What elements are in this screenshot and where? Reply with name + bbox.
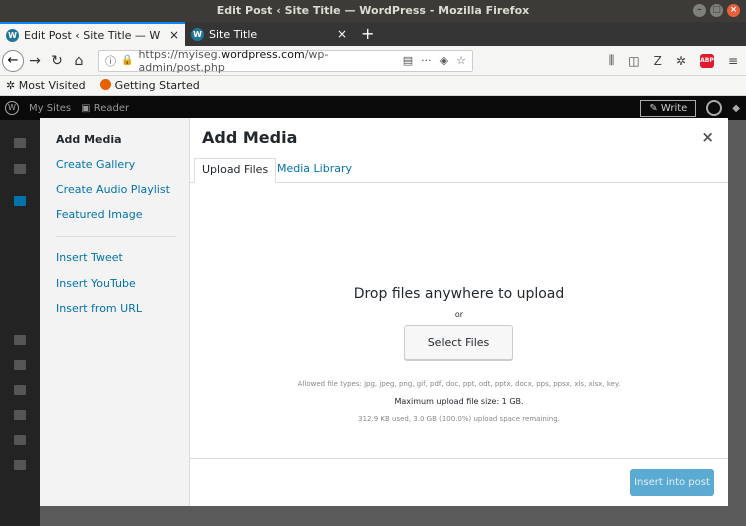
lock-icon: 🔒 xyxy=(121,55,134,66)
menu-featured-image[interactable]: Featured Image xyxy=(56,208,143,221)
posts-icon xyxy=(14,196,26,206)
comments-icon xyxy=(14,410,26,420)
menu-create-gallery[interactable]: Create Gallery xyxy=(56,158,135,171)
menu-create-audio-playlist[interactable]: Create Audio Playlist xyxy=(56,183,170,196)
modal-title: Add Media xyxy=(202,128,298,147)
tab-upload-files[interactable]: Upload Files xyxy=(194,158,277,183)
home-button[interactable]: ⌂ xyxy=(68,53,90,69)
browser-tab-edit-post[interactable]: W Edit Post ‹ Site Title — W × xyxy=(0,22,185,46)
tab-media-library[interactable]: Media Library xyxy=(270,158,359,183)
dashboard-icon xyxy=(14,138,26,148)
links-icon xyxy=(14,360,26,370)
reader-view-icon[interactable]: ▤ xyxy=(403,54,413,67)
max-upload-size: Maximum upload file size: 1 GB. xyxy=(394,397,524,406)
bookmark-most-visited[interactable]: ✲ Most Visited xyxy=(6,79,86,92)
reload-button[interactable]: ↻ xyxy=(46,53,68,69)
window-titlebar: Edit Post ‹ Site Title — WordPress - Moz… xyxy=(0,0,746,22)
wordpress-toolbar: W My Sites ▣ Reader ✎ Write ◆ xyxy=(0,96,746,120)
extension-icon[interactable]: ✲ xyxy=(676,54,686,68)
or-text: or xyxy=(454,310,464,319)
reader-link[interactable]: ▣ Reader xyxy=(81,103,129,114)
back-button[interactable]: ← xyxy=(2,49,24,72)
navigation-toolbar: ← → ↻ ⌂ ⓘ 🔒 https://myiseg.wordpress.com… xyxy=(0,46,746,76)
menu-insert-tweet[interactable]: Insert Tweet xyxy=(56,251,123,264)
write-button[interactable]: ✎ Write xyxy=(640,99,697,117)
appearance-icon xyxy=(14,460,26,470)
bookmark-getting-started[interactable]: Getting Started xyxy=(99,79,200,92)
media-modal-menu: Add Media Create Gallery Create Audio Pl… xyxy=(40,118,190,506)
wordpress-favicon-icon: W xyxy=(191,27,204,41)
sidebar-icon[interactable]: ◫ xyxy=(628,54,639,68)
feedback-icon xyxy=(14,435,26,445)
pages-icon xyxy=(14,385,26,395)
library-icon[interactable]: ⫼ xyxy=(609,53,615,68)
tab-label: Site Title xyxy=(209,27,258,41)
pocket-icon[interactable]: ◈ xyxy=(440,54,448,67)
notifications-icon[interactable]: ◆ xyxy=(732,103,740,114)
modal-tabs: Upload Files Media Library xyxy=(190,154,728,183)
allowed-file-types: Allowed file types: jpg, jpeg, png, gif,… xyxy=(297,380,621,388)
adblock-icon[interactable]: ABP xyxy=(699,53,714,68)
url-text: https://myiseg.wordpress.com/wp-admin/po… xyxy=(138,47,329,74)
close-icon[interactable]: × xyxy=(701,128,714,146)
new-tab-button[interactable]: + xyxy=(353,22,382,46)
insert-into-post-button[interactable]: Insert into post xyxy=(630,469,714,496)
modal-footer: Insert into post xyxy=(190,458,728,506)
tab-label: Edit Post ‹ Site Title — W xyxy=(24,28,161,42)
menu-insert-youtube[interactable]: Insert YouTube xyxy=(56,277,136,290)
zotero-icon[interactable]: Z xyxy=(654,54,662,68)
menu-insert-from-url[interactable]: Insert from URL xyxy=(56,302,142,315)
add-media-modal: Add Media Create Gallery Create Audio Pl… xyxy=(40,118,728,506)
browser-tab-bar: W Edit Post ‹ Site Title — W × W Site Ti… xyxy=(0,22,746,46)
avatar[interactable] xyxy=(706,100,723,116)
menu-icon[interactable]: ≡ xyxy=(728,54,738,68)
bookmarks-toolbar: ✲ Most Visited Getting Started xyxy=(0,76,746,96)
page-actions-icon[interactable]: ··· xyxy=(421,54,432,67)
menu-separator xyxy=(56,236,176,237)
info-icon[interactable]: ⓘ xyxy=(105,53,116,69)
drop-files-text: Drop files anywhere to upload xyxy=(353,286,565,302)
close-tab-icon[interactable]: × xyxy=(169,28,179,42)
menu-add-media[interactable]: Add Media xyxy=(56,133,122,146)
window-title: Edit Post ‹ Site Title — WordPress - Moz… xyxy=(216,4,530,17)
wordpress-logo-icon[interactable]: W xyxy=(5,101,19,115)
store-icon xyxy=(14,164,26,174)
wordpress-favicon-icon: W xyxy=(6,28,19,42)
admin-sidebar xyxy=(0,120,40,526)
media-icon xyxy=(14,335,26,345)
browser-tab-site-title[interactable]: W Site Title × xyxy=(185,22,353,46)
my-sites-link[interactable]: My Sites xyxy=(29,103,71,114)
forward-button[interactable]: → xyxy=(24,53,46,69)
firefox-icon xyxy=(99,79,111,90)
bookmark-star-icon[interactable]: ☆ xyxy=(456,54,466,67)
maximize-button[interactable]: □ xyxy=(710,4,723,17)
close-tab-icon[interactable]: × xyxy=(337,27,347,41)
upload-space: 312.9 KB used, 3.0 GB (100.0%) upload sp… xyxy=(358,415,560,423)
close-window-button[interactable]: × xyxy=(727,4,740,17)
select-files-button[interactable]: Select Files xyxy=(404,325,513,360)
url-bar[interactable]: ⓘ 🔒 https://myiseg.wordpress.com/wp-admi… xyxy=(98,47,473,74)
minimize-button[interactable]: – xyxy=(693,4,706,17)
